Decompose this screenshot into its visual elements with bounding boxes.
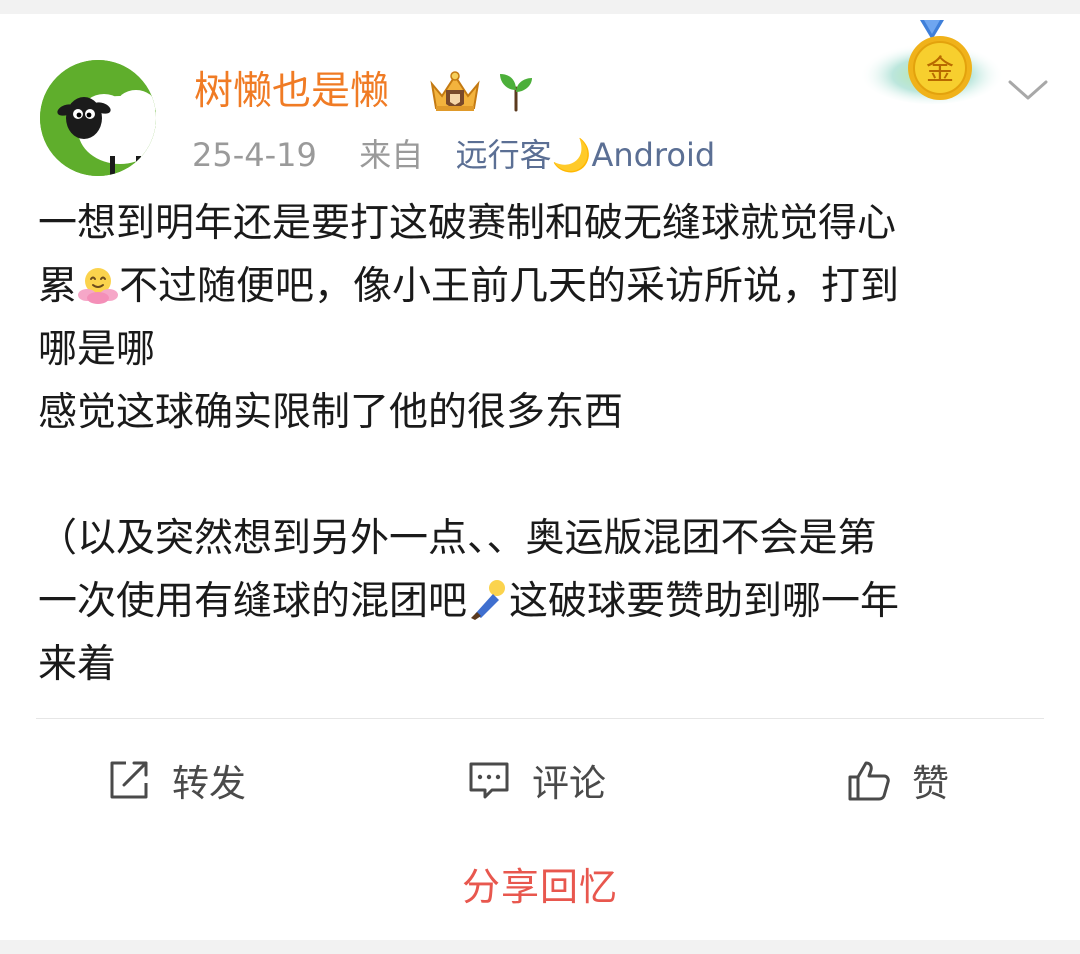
content-text: 一次使用有缝球的混团吧 (38, 579, 468, 624)
divider (36, 718, 1044, 719)
content-line: 感觉这球确实限制了他的很多东西 (38, 390, 624, 435)
thumbs-up-icon (848, 761, 890, 801)
content-line: （以及突然想到另外一点、、奥运版混团不会是第 (38, 516, 877, 561)
chevron-down-icon[interactable] (1006, 72, 1050, 106)
content-blank-line (38, 444, 1038, 507)
share-memory-bar: 分享回忆 (0, 826, 1080, 940)
user-avatar[interactable] (40, 60, 156, 176)
content-text: 累 (38, 264, 78, 309)
post-date: 25-4-19 (192, 136, 317, 174)
post-content: 一想到明年还是要打这破赛制和破无缝球就觉得心 累 不过随便吧，像小王前几天的采访… (38, 192, 1038, 696)
gold-medal-icon[interactable]: 金 (858, 16, 1006, 108)
content-line: 累 不过随便吧，像小王前几天的采访所说，打到 (38, 255, 1038, 318)
sheep-avatar-icon (40, 60, 156, 176)
content-line: 哪是哪 (38, 327, 156, 372)
sprout-icon[interactable] (496, 70, 536, 112)
like-button[interactable]: 赞 (846, 734, 949, 826)
content-line: 一次使用有缝球的混团吧 这破球要赞助到哪一年 (38, 570, 1038, 633)
comment-label: 评论 (532, 762, 606, 805)
username[interactable]: 树懒也是懒 (194, 64, 389, 120)
action-bar: 转发 评论 赞 (0, 734, 1080, 826)
post-source[interactable]: 远行客🌙Android (456, 136, 716, 174)
content-text: 这破球要赞助到哪一年 (509, 579, 900, 624)
content-text: 不过随便吧，像小王前几天的采访所说，打到 (119, 264, 900, 309)
post-meta: 25-4-19 来自 远行客🌙Android (192, 130, 715, 180)
crown-badge-icon[interactable] (428, 70, 482, 114)
from-label: 来自 (359, 136, 424, 174)
weibo-post-card: 树懒也是懒 25-4-19 来自 远行客🌙Android 金 一想到明年还是要打… (0, 14, 1080, 826)
repost-icon (110, 761, 148, 799)
share-memory-button[interactable]: 分享回忆 (462, 856, 618, 911)
svg-text:金: 金 (926, 53, 954, 86)
like-label: 赞 (912, 762, 949, 805)
content-line: 一想到明年还是要打这破赛制和破无缝球就觉得心 (38, 201, 897, 246)
content-line: 来着 (38, 642, 117, 687)
blossom-emoji-icon (78, 268, 119, 304)
repost-button[interactable]: 转发 (106, 734, 246, 826)
lying-man-emoji-icon (471, 580, 506, 620)
comment-button[interactable]: 评论 (466, 734, 606, 826)
repost-label: 转发 (172, 762, 246, 805)
comment-icon (469, 762, 509, 799)
